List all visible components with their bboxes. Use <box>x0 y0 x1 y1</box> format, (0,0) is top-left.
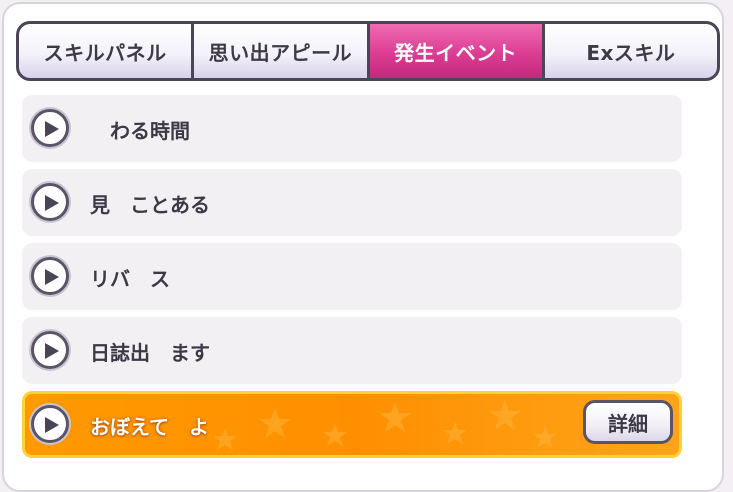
tab-memory-appeal[interactable]: 思い出アピール <box>194 24 370 78</box>
event-list: わる時間 見 ことある リバ ス 日誌出 ます おぼえて よ 詳細 <box>22 95 682 465</box>
play-icon[interactable] <box>31 331 69 369</box>
play-icon[interactable] <box>31 257 69 295</box>
event-label: わる時間 <box>90 119 190 143</box>
play-icon[interactable] <box>31 109 69 147</box>
tab-ex-skill[interactable]: Exスキル <box>544 24 717 78</box>
event-row[interactable]: 見 ことある <box>22 169 682 236</box>
event-label: おぼえて よ <box>90 415 209 439</box>
play-icon[interactable] <box>31 405 69 443</box>
event-row[interactable]: リバ ス <box>22 243 682 310</box>
event-row[interactable]: 日誌出 ます <box>22 317 682 384</box>
tab-occurring-events[interactable]: 発生イベント <box>369 24 545 78</box>
detail-button[interactable]: 詳細 <box>583 400 673 444</box>
play-icon[interactable] <box>31 183 69 221</box>
event-label: リバ ス <box>90 267 170 291</box>
tab-bar: スキルパネル 思い出アピール 発生イベント Exスキル <box>16 21 720 81</box>
tab-skill-panel[interactable]: スキルパネル <box>19 24 195 78</box>
event-label: 見 ことある <box>90 193 210 217</box>
event-row[interactable]: わる時間 <box>22 95 682 162</box>
event-row-selected[interactable]: おぼえて よ 詳細 <box>22 391 682 458</box>
event-label: 日誌出 ます <box>90 341 210 365</box>
